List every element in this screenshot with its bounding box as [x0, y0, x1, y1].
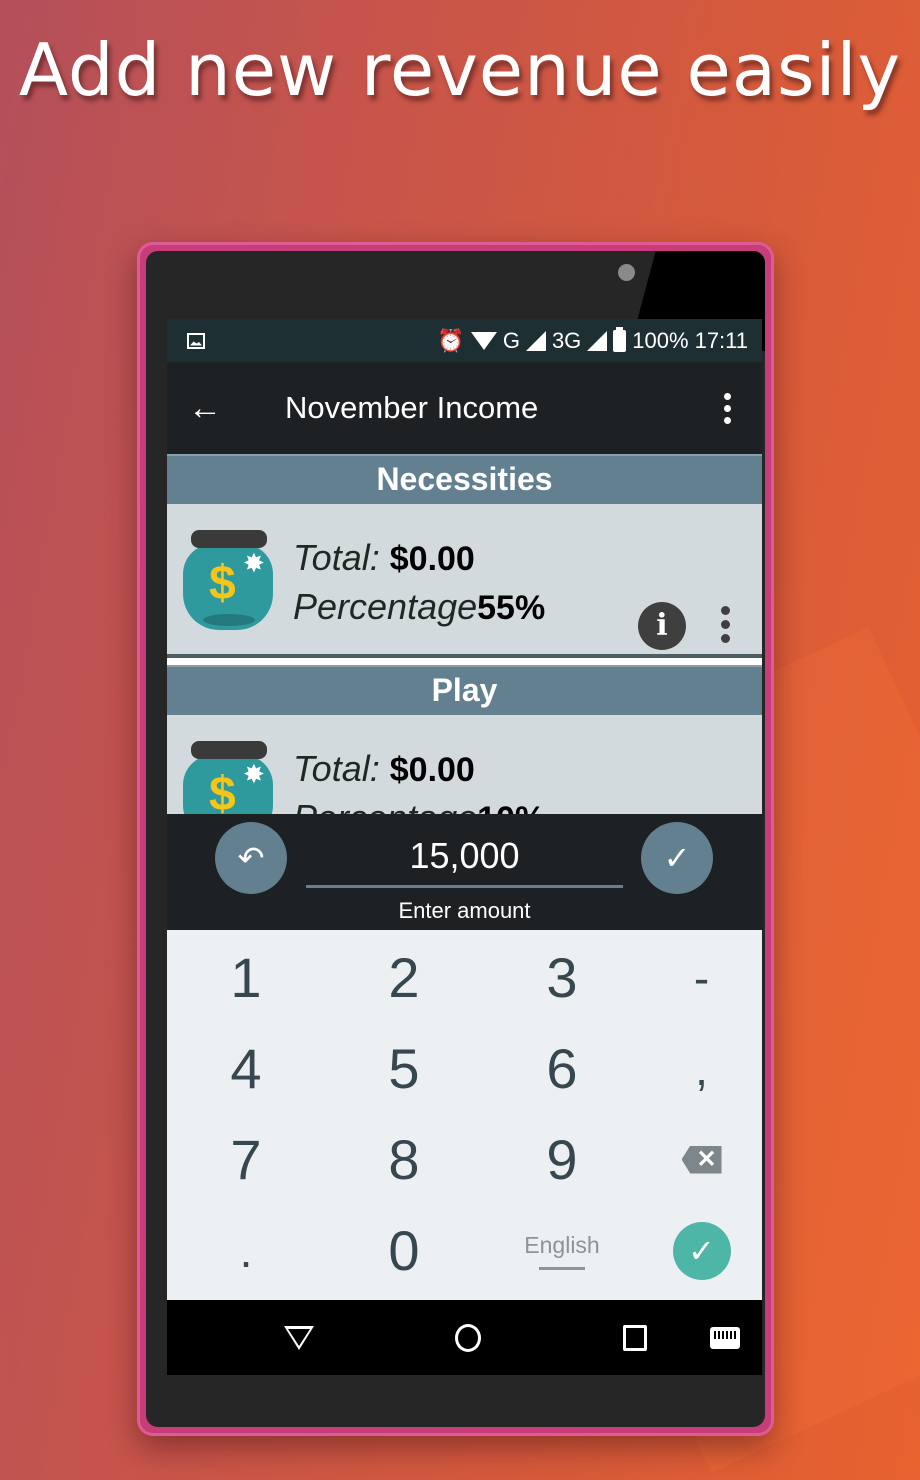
key-comma[interactable]: ,: [641, 1023, 762, 1114]
jar-list[interactable]: Necessities $ ✸ Total: $0.00 Percentage55…: [167, 454, 762, 814]
clock: 17:11: [694, 327, 748, 353]
jar-card-necessities[interactable]: Necessities $ ✸ Total: $0.00 Percentage55…: [167, 454, 762, 658]
wifi-icon: [470, 331, 497, 350]
image-notification-icon: [187, 332, 205, 349]
backspace-key[interactable]: ✕: [641, 1114, 762, 1205]
jar-card-play[interactable]: Play $✸ Total: $0.00 Percentage10%: [167, 665, 762, 814]
total-label: Total:: [293, 748, 380, 789]
battery-icon: [613, 326, 627, 352]
card-more-vert-icon[interactable]: [721, 606, 730, 643]
percentage-label: Percentage: [293, 797, 477, 814]
keyboard-icon[interactable]: [705, 1300, 745, 1375]
undo-button[interactable]: ↶: [215, 822, 287, 894]
signal-icon-2: [587, 330, 608, 351]
jar-body: $✸ Total: $0.00 Percentage10%: [167, 715, 762, 814]
status-bar: ⏰ G 3G 100% 17:11: [167, 319, 762, 362]
navigation-bar: [167, 1300, 762, 1375]
key-5[interactable]: 5: [325, 1023, 483, 1114]
more-vert-icon[interactable]: [692, 392, 762, 424]
amount-input[interactable]: [306, 826, 623, 888]
network-type-1: G: [502, 327, 520, 353]
jar-title: Necessities: [167, 454, 762, 504]
percentage-value: 10%: [477, 800, 545, 814]
home-icon[interactable]: [448, 1300, 488, 1375]
check-icon: ✓: [672, 1221, 731, 1280]
backspace-icon: ✕: [681, 1145, 722, 1174]
language-key[interactable]: English: [483, 1205, 641, 1296]
key-7[interactable]: 7: [167, 1114, 325, 1205]
money-jar-icon: $ ✸: [181, 739, 275, 814]
key-minus[interactable]: -: [641, 932, 762, 1023]
confirm-button[interactable]: ✓: [641, 822, 713, 894]
key-3[interactable]: 3: [483, 932, 641, 1023]
app-bar: ← November Income: [167, 362, 762, 454]
key-8[interactable]: 8: [325, 1114, 483, 1205]
recents-icon[interactable]: [615, 1300, 655, 1375]
check-icon: ✓: [663, 840, 691, 876]
key-2[interactable]: 2: [325, 932, 483, 1023]
phone-screen: ⏰ G 3G 100% 17:11 ← November Income Nece…: [167, 319, 762, 1375]
key-6[interactable]: 6: [483, 1023, 641, 1114]
total-value: $0.00: [389, 751, 475, 789]
key-1[interactable]: 1: [167, 932, 325, 1023]
jar-title: Play: [167, 665, 762, 715]
phone-frame: ⏰ G 3G 100% 17:11 ← November Income Nece…: [137, 242, 774, 1436]
language-label: English: [524, 1231, 600, 1258]
key-period[interactable]: .: [167, 1205, 325, 1296]
key-9[interactable]: 9: [483, 1114, 641, 1205]
phone-bezel: ⏰ G 3G 100% 17:11 ← November Income Nece…: [146, 251, 765, 1427]
promo-headline: Add new revenue easily: [18, 28, 902, 112]
total-label: Total:: [293, 537, 380, 578]
arrow-left-icon[interactable]: ←: [167, 389, 243, 428]
jar-body: $ ✸ Total: $0.00 Percentage55% i: [167, 504, 762, 658]
numeric-keypad: 1 2 3 - 4 5 6 , 7 8 9 ✕ . 0 English ✓: [167, 930, 762, 1300]
battery-level: 100%: [632, 327, 689, 353]
key-4[interactable]: 4: [167, 1023, 325, 1114]
back-icon[interactable]: [279, 1300, 319, 1375]
front-camera: [618, 264, 635, 281]
reply-icon: ↶: [237, 840, 265, 876]
money-jar-icon: $ ✸: [181, 528, 275, 632]
key-0[interactable]: 0: [325, 1205, 483, 1296]
signal-icon: [525, 330, 546, 351]
percentage-value: 55%: [477, 589, 546, 627]
network-type-2: 3G: [551, 327, 582, 353]
amount-hint: Enter amount: [398, 898, 531, 923]
alarm-icon: ⏰: [437, 327, 465, 353]
done-key[interactable]: ✓: [641, 1205, 762, 1296]
amount-entry-panel: ↶ ✓ Enter amount: [167, 814, 762, 930]
total-value: $0.00: [389, 540, 475, 578]
percentage-label: Percentage: [293, 586, 478, 627]
page-title: November Income: [285, 390, 539, 425]
info-icon[interactable]: i: [638, 602, 686, 650]
